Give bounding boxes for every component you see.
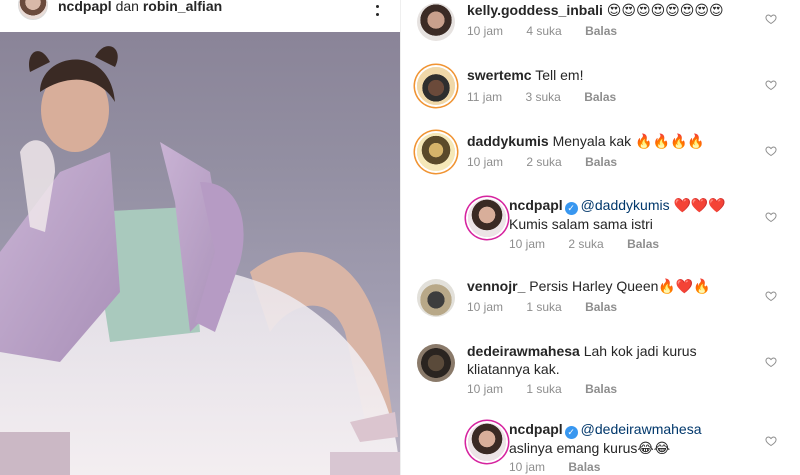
reply-reply-button[interactable]: Balas — [568, 460, 600, 474]
heart-icon[interactable] — [765, 145, 779, 159]
comment-avatar[interactable] — [417, 67, 455, 105]
comment-time[interactable]: 10 jam — [467, 300, 503, 314]
reply-avatar[interactable] — [468, 423, 506, 461]
reply-text: aslinya emang kurus😂😂 — [509, 440, 671, 456]
heart-icon[interactable] — [765, 79, 779, 93]
verified-badge-icon: ✓ — [564, 202, 578, 215]
comment-body: kelly.goddess_inbali 😍😍😍😍😍😍😍😍 — [467, 1, 737, 19]
comment-likes[interactable]: 2 suka — [526, 155, 561, 169]
heart-icon[interactable] — [765, 290, 779, 304]
post-owner-username[interactable]: ncdpapl — [58, 0, 112, 14]
comment-reply-button[interactable]: Balas — [584, 90, 616, 104]
comments-list: kelly.goddess_inbali 😍😍😍😍😍😍😍😍 10 jam 4 s… — [401, 0, 800, 475]
comment-username[interactable]: dedeirawmahesa — [467, 343, 580, 359]
comment-username[interactable]: kelly.goddess_inbali — [467, 2, 603, 18]
comment-meta: 10 jam 1 suka Balas — [467, 382, 617, 396]
comment-text: Menyala kak 🔥🔥🔥🔥 — [552, 133, 705, 149]
reply-time[interactable]: 10 jam — [509, 237, 545, 251]
comment-username[interactable]: daddykumis — [467, 133, 549, 149]
comment-body: vennojr_ Persis Harley Queen🔥❤️🔥 — [467, 277, 737, 295]
comment-reply-button[interactable]: Balas — [585, 155, 617, 169]
reply-meta: 10 jam 2 suka Balas — [509, 237, 659, 251]
post-owner-avatar[interactable] — [18, 0, 48, 20]
comment-likes[interactable]: 3 suka — [525, 90, 560, 104]
comment-username[interactable]: swertemc — [467, 67, 532, 83]
reply-username[interactable]: ncdpapl — [509, 421, 563, 437]
heart-icon[interactable] — [765, 435, 779, 449]
comment-body: dedeirawmahesa Lah kok jadi kurus kliata… — [467, 342, 737, 378]
comment-text: Persis Harley Queen🔥❤️🔥 — [529, 278, 711, 294]
post-photo-illustration — [0, 46, 400, 475]
reply-text-line2: Kumis salam sama istri — [509, 216, 653, 232]
comment-avatar[interactable] — [417, 133, 455, 171]
heart-icon[interactable] — [765, 211, 779, 225]
reply-text: ❤️❤️❤️ — [673, 197, 726, 213]
post-photo[interactable] — [0, 32, 400, 475]
reply-body: ncdpapl ✓ @dedeirawmahesa aslinya emang ku… — [509, 420, 779, 457]
heart-icon[interactable] — [765, 356, 779, 370]
post-collaborator-username[interactable]: robin_alfian — [143, 0, 222, 14]
more-options-icon[interactable] — [371, 0, 383, 16]
post-header: ncdpapl dan robin_alfian — [0, 0, 400, 30]
verified-badge-icon: ✓ — [564, 426, 578, 439]
post-owner-connector: dan — [115, 0, 139, 14]
comment-text: Tell em! — [535, 67, 584, 83]
comment-time[interactable]: 11 jam — [467, 90, 502, 104]
reply-meta: 10 jam Balas — [509, 460, 600, 474]
comment-meta: 11 jam 3 suka Balas — [467, 90, 616, 104]
reply-body: ncdpapl ✓ @daddykumis ❤️❤️❤️ Kumis salam s… — [509, 196, 779, 233]
reply-likes[interactable]: 2 suka — [568, 237, 603, 251]
comment-likes[interactable]: 4 suka — [526, 24, 561, 38]
comment-avatar[interactable] — [417, 344, 455, 382]
comment-meta: 10 jam 2 suka Balas — [467, 155, 617, 169]
comment-time[interactable]: 10 jam — [467, 155, 503, 169]
comment-reply-button[interactable]: Balas — [585, 24, 617, 38]
comment-body: daddykumis Menyala kak 🔥🔥🔥🔥 — [467, 132, 737, 150]
reply-username[interactable]: ncdpapl — [509, 197, 563, 213]
comment-meta: 10 jam 1 suka Balas — [467, 300, 617, 314]
post-owner-line: ncdpapl dan robin_alfian — [58, 0, 222, 14]
post-panel: ncdpapl dan robin_alfian — [0, 0, 400, 475]
comment-body: swertemc Tell em! — [467, 66, 737, 84]
comment-username[interactable]: vennojr_ — [467, 278, 525, 294]
comment-likes[interactable]: 1 suka — [526, 382, 561, 396]
comment-time[interactable]: 10 jam — [467, 24, 503, 38]
comment-reply-button[interactable]: Balas — [585, 382, 617, 396]
comment-text: 😍😍😍😍😍😍😍😍 — [606, 2, 724, 18]
comment-avatar[interactable] — [417, 3, 455, 41]
reply-mention[interactable]: @daddykumis — [581, 197, 670, 213]
comment-reply-button[interactable]: Balas — [585, 300, 617, 314]
comment-meta: 10 jam 4 suka Balas — [467, 24, 617, 38]
reply-avatar[interactable] — [468, 199, 506, 237]
heart-icon[interactable] — [765, 13, 779, 27]
comment-avatar[interactable] — [417, 279, 455, 317]
reply-mention[interactable]: @dedeirawmahesa — [581, 421, 702, 437]
comment-likes[interactable]: 1 suka — [526, 300, 561, 314]
reply-time[interactable]: 10 jam — [509, 460, 545, 474]
comment-time[interactable]: 10 jam — [467, 382, 503, 396]
reply-reply-button[interactable]: Balas — [627, 237, 659, 251]
